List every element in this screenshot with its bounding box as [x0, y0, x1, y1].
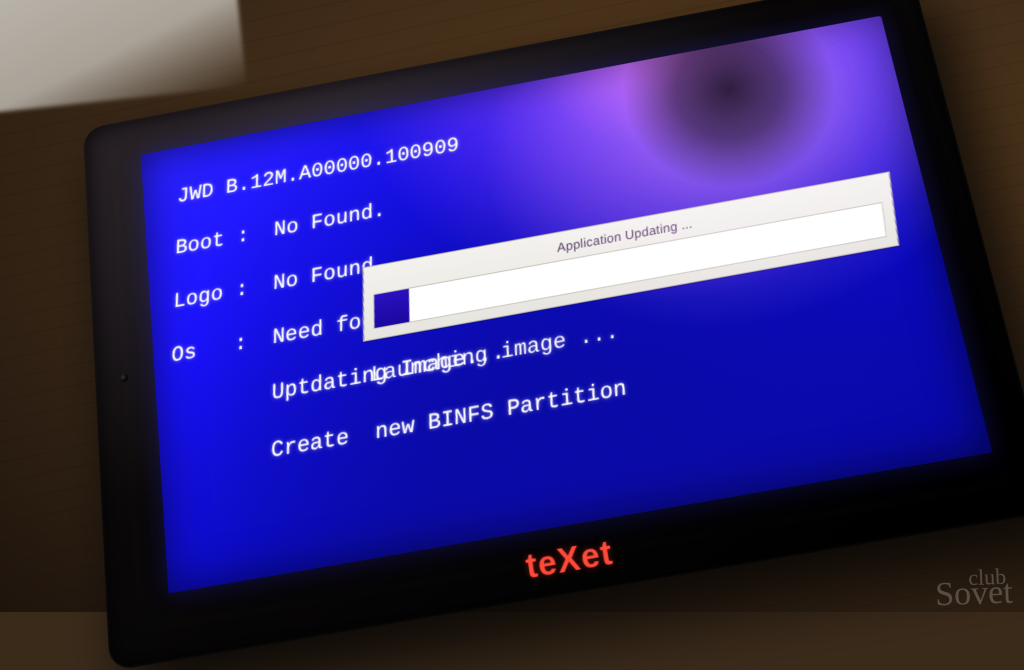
brand-text-suffix: et — [578, 532, 616, 576]
tablet-device: JWD B.12M.A00000.100909 Boot : No Found.… — [83, 0, 1024, 670]
scene: JWD B.12M.A00000.100909 Boot : No Found.… — [0, 0, 1024, 612]
device-brand-logo: teXet — [523, 532, 616, 587]
brand-text-x: X — [555, 538, 584, 581]
progress-bar-fill — [374, 289, 409, 328]
boot-screen: JWD B.12M.A00000.100909 Boot : No Found.… — [141, 16, 993, 594]
brand-text-prefix: te — [523, 542, 560, 586]
device-bezel: JWD B.12M.A00000.100909 Boot : No Found.… — [83, 0, 1024, 670]
front-camera-icon — [120, 373, 128, 382]
